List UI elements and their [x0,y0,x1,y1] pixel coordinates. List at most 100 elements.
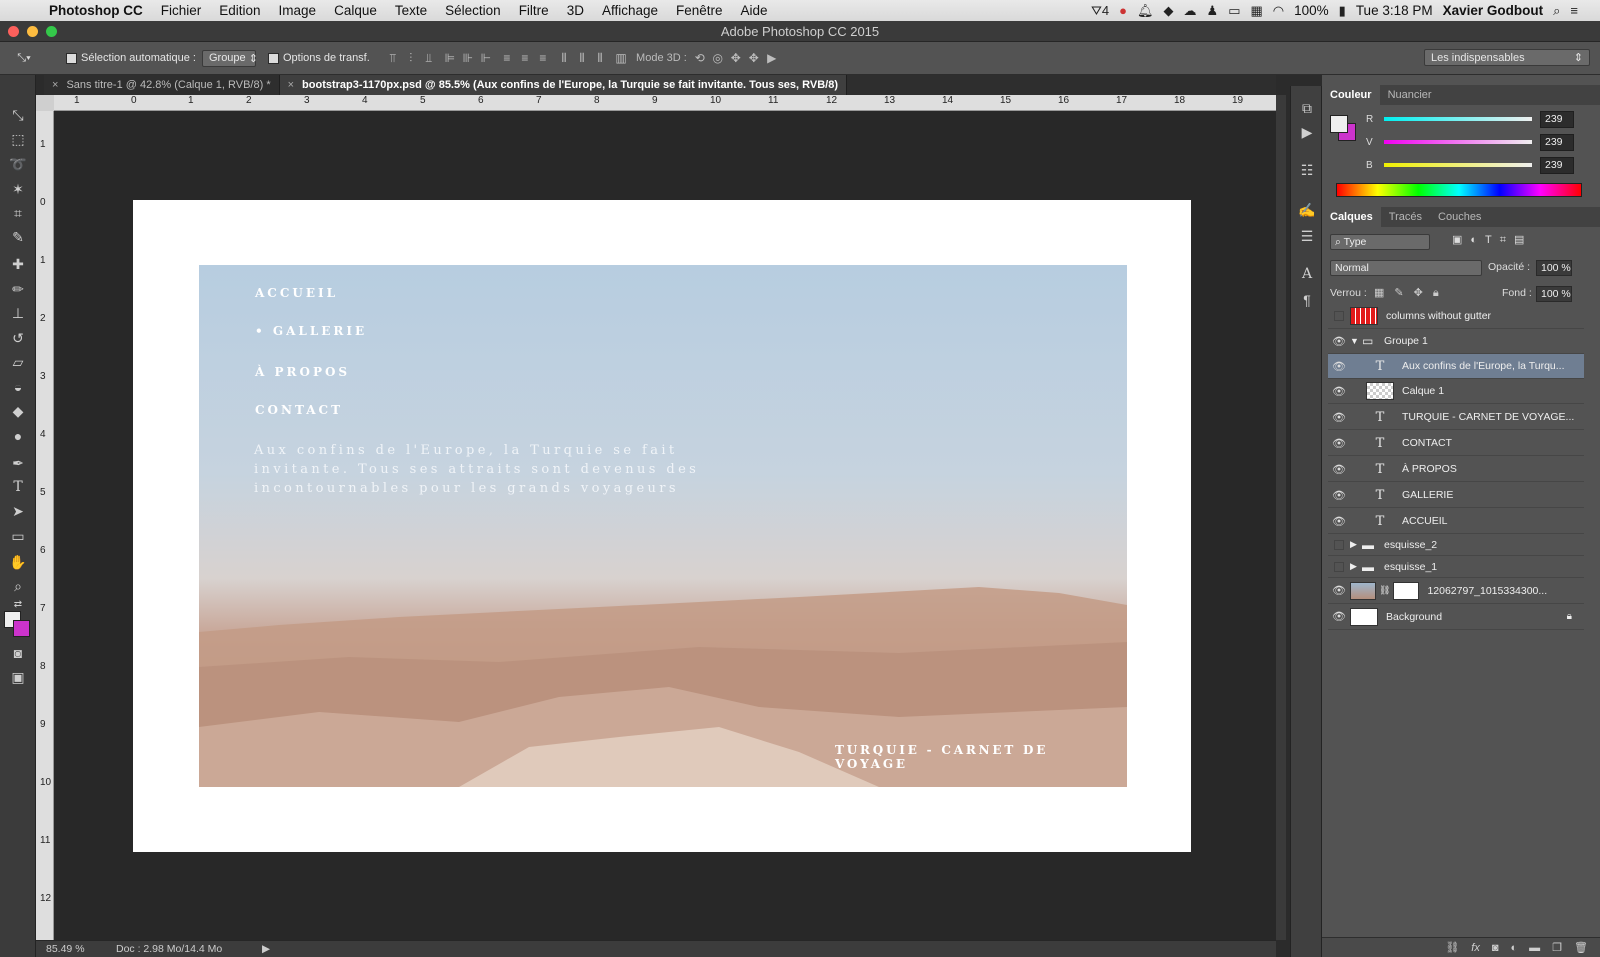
crop-tool-icon[interactable]: ⌗ [7,203,29,223]
paragraph-panel-icon[interactable]: ¶ [1298,292,1316,310]
align-right-icon[interactable]: ⊩ [477,51,495,65]
pen-tool-icon[interactable]: ✒ [7,453,29,473]
menu-aide[interactable]: Aide [732,3,777,18]
layer-row[interactable]: columns without gutter [1328,304,1584,329]
delete-layer-icon[interactable]: 🗑︎ [1574,941,1588,954]
distribute-right-icon[interactable]: ⦀ [591,51,609,66]
workspace-dropdown[interactable]: Les indispensables ⇕ [1424,49,1590,66]
eye-icon[interactable]: 👁︎ [1328,360,1350,373]
blend-mode-dropdown[interactable]: Normal [1330,260,1482,276]
close-tab-icon[interactable]: × [288,79,294,91]
layer-row[interactable]: 👁︎ T GALLERIE [1328,483,1584,508]
auto-select-checkbox[interactable]: Sélection automatique : [66,52,196,64]
blur-tool-icon[interactable]: ◆ [7,401,29,421]
distribute-vcenter-icon[interactable]: ≡ [516,51,534,65]
magic-wand-tool-icon[interactable]: ✶ [7,179,29,199]
slider-track[interactable] [1384,163,1532,167]
menu-fichier[interactable]: Fichier [152,3,211,18]
layer-row[interactable]: 👁︎ ▼ ▭ Groupe 1 [1328,329,1584,354]
zoom-tool-icon[interactable]: ⌕ [7,576,29,596]
healing-brush-tool-icon[interactable]: ✚ [7,254,29,274]
new-layer-icon[interactable]: ❐ [1552,941,1562,954]
slider-r[interactable]: R 239 [1366,109,1596,129]
layer-row[interactable]: ▶ ▬ esquisse_2 [1328,534,1584,556]
link-icon[interactable]: ⛓ [1379,585,1390,596]
color-foreground-swatch[interactable] [1330,115,1348,133]
layer-row[interactable]: 👁︎ Calque 1 [1328,379,1584,404]
paint-bucket-tool-icon[interactable]: ◒ [7,377,29,397]
eraser-tool-icon[interactable]: ▱ [7,352,29,372]
eye-icon[interactable]: 👁︎ [1328,437,1350,450]
hand-tool-icon[interactable]: ✋ [7,552,29,572]
type-tool-icon[interactable]: T [7,477,29,497]
zoom-window-button[interactable] [46,26,57,37]
add-mask-icon[interactable]: ◙ [1492,942,1499,954]
hero-image[interactable]: ACCUEIL • GALLERIE À PROPOS CONTACT Aux … [199,265,1127,787]
expand-group-icon[interactable]: ▼ [1350,336,1362,346]
checkbox-box[interactable] [66,52,77,64]
eye-icon[interactable]: 👁︎ [1328,335,1350,348]
layer-row[interactable]: 👁︎ T ACCUEIL [1328,509,1584,534]
layer-row[interactable]: 👁︎ Background 🔒︎ [1328,604,1584,630]
dodge-tool-icon[interactable]: ● [7,426,29,446]
character-panel-icon[interactable]: A [1298,266,1316,284]
roll-3d-icon[interactable]: ◎ [709,51,727,65]
background-color-swatch[interactable] [13,620,30,637]
auto-align-icon[interactable]: ▥ [612,51,630,65]
menu-affichage[interactable]: Affichage [593,3,667,18]
vertical-scrollbar[interactable] [1276,95,1286,940]
slider-value[interactable]: 239 [1540,110,1574,128]
layer-row[interactable]: 👁︎ T TURQUIE - CARNET DE VOYAGE... [1328,405,1584,430]
wifi-icon[interactable]: ◠ [1273,3,1284,19]
adobe-cc-icon[interactable]: ⛛4 [1091,3,1109,19]
visibility-toggle-off[interactable] [1334,561,1344,572]
battery-icon[interactable]: ▮ [1339,3,1346,19]
close-tab-icon[interactable]: × [52,79,58,91]
lasso-tool-icon[interactable]: ➰ [7,154,29,174]
slider-v[interactable]: V 239 [1366,132,1596,152]
history-panel-icon[interactable]: ⧉ [1298,100,1316,118]
brush-presets-icon[interactable]: ✍ [1298,202,1316,220]
properties-panel-icon[interactable]: ☷ [1298,162,1316,180]
slider-track[interactable] [1384,140,1532,144]
layer-row[interactable]: 👁︎ T À PROPOS [1328,457,1584,482]
tab-couleur[interactable]: Couleur [1322,85,1380,105]
fill-field[interactable]: 100 % [1536,286,1572,302]
cloud-icon[interactable]: ☁ [1184,3,1197,19]
rectangle-tool-icon[interactable]: ▭ [7,526,29,546]
menu-image[interactable]: Image [270,3,326,18]
layer-filter-icons[interactable]: ▣◐T⌗▤ [1452,233,1532,247]
orbit-3d-icon[interactable]: ⟲ [691,51,709,65]
fx-icon[interactable]: fx [1471,942,1480,954]
menu-selection[interactable]: Sélection [436,3,510,18]
expand-group-icon[interactable]: ▶ [1350,539,1362,550]
opacity-field[interactable]: 100 % [1536,260,1572,276]
tab-bootstrap3[interactable]: × bootstrap3-1170px.psd @ 85.5% (Aux conf… [279,75,848,95]
slide-3d-icon[interactable]: ✥ [745,51,763,65]
stamp-tool-icon[interactable]: ⊥ [7,303,29,323]
color-spectrum-bar[interactable] [1336,183,1582,197]
align-bottom-icon[interactable]: ⫫ [420,51,438,66]
battery-percent[interactable]: 100% [1294,3,1329,18]
marquee-tool-icon[interactable]: ⬚ [7,129,29,149]
slider-track[interactable] [1384,117,1532,121]
checkbox-box[interactable] [267,52,279,64]
minimize-window-button[interactable] [27,26,38,37]
eye-icon[interactable]: 👁︎ [1328,489,1350,502]
person-icon[interactable]: ♟ [1207,3,1219,19]
menu-edition[interactable]: Edition [210,3,269,18]
menu-filtre[interactable]: Filtre [510,3,558,18]
distribute-hcenter-icon[interactable]: ⦀ [573,51,591,66]
distribute-left-icon[interactable]: ⦀ [555,51,573,66]
eyedropper-tool-icon[interactable]: ✎ [7,227,29,247]
close-window-button[interactable] [8,26,19,37]
notification-center-icon[interactable]: ≡ [1570,3,1578,18]
clock[interactable]: Tue 3:18 PM [1356,3,1433,18]
tab-calques[interactable]: Calques [1322,207,1381,227]
screen-icon[interactable]: ▭ [1228,3,1240,19]
zoom-level[interactable]: 85.49 % [36,943,96,955]
actions-panel-icon[interactable]: ▶ [1298,124,1316,142]
pan-3d-icon[interactable]: ✥ [727,51,745,65]
camera-3d-icon[interactable]: ▶ [763,51,781,65]
quick-mask-icon[interactable]: ◙ [7,643,29,663]
